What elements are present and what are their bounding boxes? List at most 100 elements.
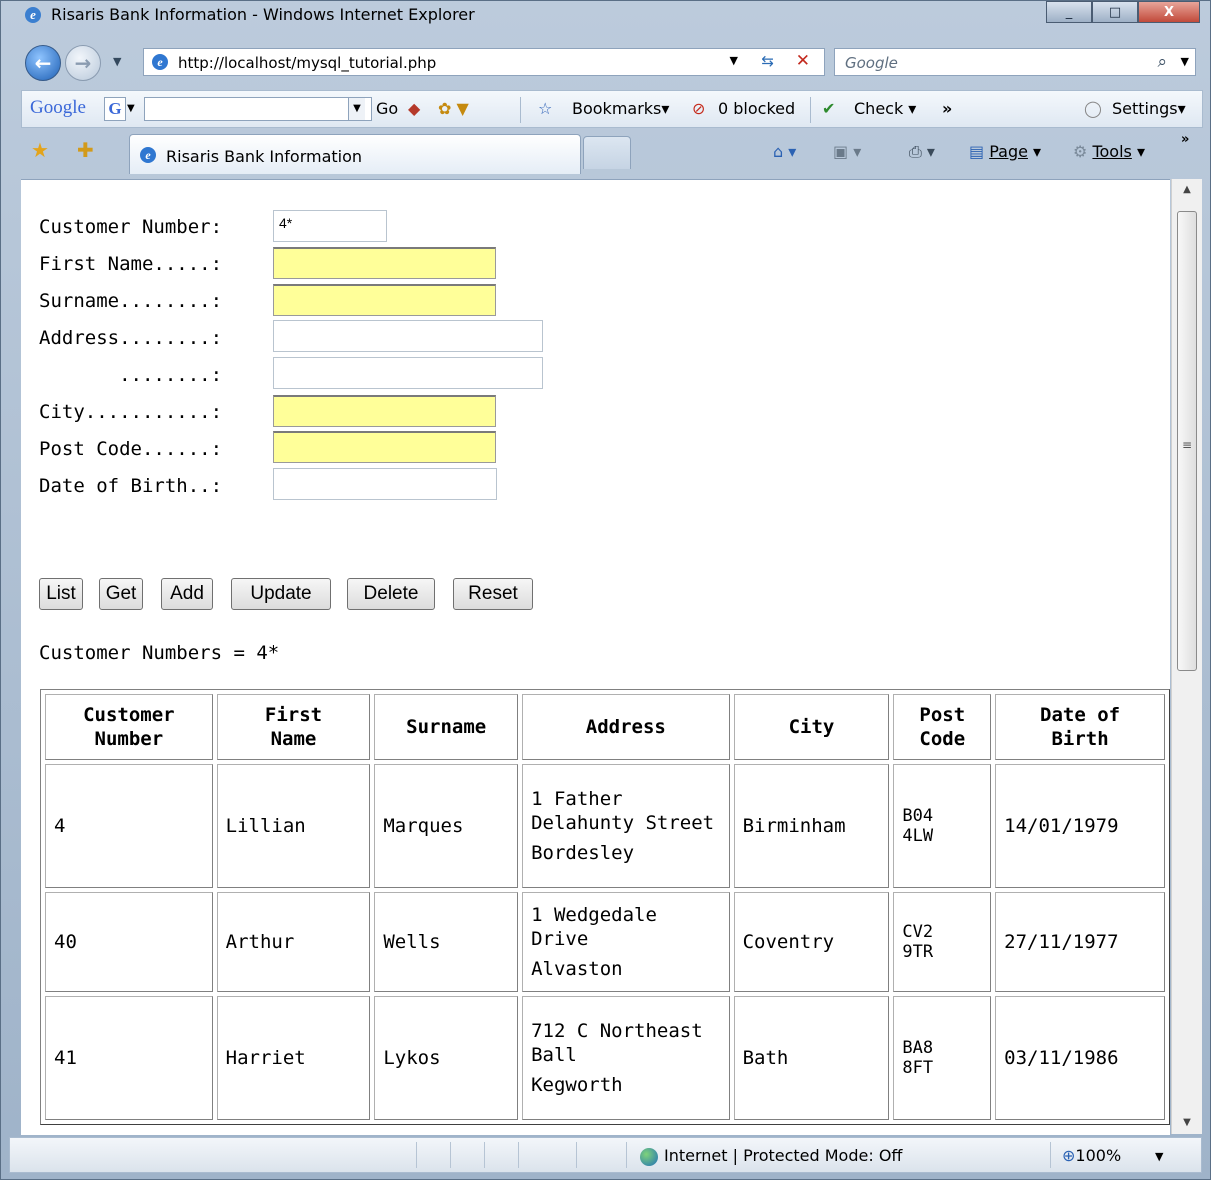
address-line2: Alvaston — [531, 958, 623, 980]
google-logo: Google — [30, 97, 86, 119]
cell-post-code: BA8 8FT — [893, 996, 992, 1120]
home-icon[interactable]: ⌂ ▾ — [773, 142, 796, 161]
toolbar-separator — [810, 97, 811, 123]
print-icon[interactable]: ⎙ ▾ — [909, 142, 935, 162]
browser-window: e Risaris Bank Information - Windows Int… — [0, 0, 1211, 1180]
city-input[interactable] — [273, 395, 496, 427]
address-line2: Bordesley — [531, 842, 635, 864]
tools-gear-icon: ⚙ — [1073, 142, 1088, 161]
command-more-icon[interactable]: » — [1181, 132, 1189, 147]
security-zone[interactable]: Internet | Protected Mode: Off — [640, 1146, 902, 1166]
search-input[interactable]: Google ⌕ ▼ — [834, 48, 1196, 76]
google-news-icon[interactable]: ◆ — [408, 99, 420, 118]
cell-number: 4 — [45, 764, 213, 888]
post-code-part2: 8FT — [902, 1058, 934, 1078]
settings-button[interactable]: Settings▾ — [1112, 99, 1186, 118]
new-tab-button[interactable] — [583, 136, 631, 169]
bookmarks-label: Bookmarks — [572, 99, 662, 118]
address-bar[interactable]: e http://localhost/mysql_tutorial.php ▼ … — [143, 48, 825, 76]
zoom-level[interactable]: ⊕100% — [1062, 1146, 1121, 1165]
bookmarks-button[interactable]: Bookmarks▾ — [572, 99, 669, 118]
cell-city: Coventry — [733, 892, 890, 992]
google-puzzle-icon[interactable]: ✿ ▼ — [438, 99, 469, 118]
google-search-dropdown-icon[interactable]: ▼ — [348, 98, 365, 120]
customer-numbers-summary: Customer Numbers = 4* — [39, 642, 280, 664]
search-dropdown-icon[interactable]: ▼ — [1181, 55, 1189, 68]
recent-pages-dropdown-icon[interactable]: ▼ — [113, 55, 121, 68]
feeds-icon[interactable]: ▣ ▾ — [833, 142, 861, 161]
surname-input[interactable] — [273, 284, 496, 316]
stop-icon[interactable]: ✕ — [796, 51, 810, 71]
cell-address: 712 C Northeast Ball Kegworth — [522, 996, 730, 1120]
bookmarks-star-icon: ☆ — [538, 99, 553, 118]
scroll-thumb[interactable]: ≡ — [1177, 211, 1197, 671]
search-placeholder: Google — [845, 54, 898, 72]
maximize-button[interactable]: □ — [1092, 1, 1138, 23]
back-button[interactable]: ← — [25, 45, 61, 81]
google-menu-dropdown-icon[interactable]: ▼ — [127, 103, 135, 114]
header-text: Number — [94, 728, 164, 750]
toolbar-more-button[interactable]: » — [942, 99, 952, 118]
cell-address: 1 Father Delahunty Street Bordesley — [522, 764, 730, 888]
spellcheck-button[interactable]: Check ▾ — [854, 99, 916, 118]
ie-logo-icon: e — [25, 7, 41, 23]
page-content: Customer Number: 4* First Name.....: Sur… — [21, 179, 1170, 1135]
table-row: 4 Lillian Marques 1 Father Delahunty Str… — [45, 764, 1165, 888]
post-code-input[interactable] — [273, 431, 496, 463]
add-button[interactable]: Add — [161, 578, 213, 610]
close-button[interactable]: X — [1138, 1, 1200, 23]
add-favorites-icon[interactable]: ✚ — [77, 138, 94, 162]
page-icon: e — [152, 54, 168, 70]
first-name-input[interactable] — [273, 247, 496, 279]
cell-date-of-birth: 14/01/1979 — [995, 764, 1165, 888]
tab-risaris-bank[interactable]: e Risaris Bank Information — [129, 134, 581, 174]
page-menu-label: Page — [989, 142, 1028, 161]
post-code-part2: 9TR — [902, 942, 934, 962]
first-name-label: First Name.....: — [39, 253, 223, 275]
cell-first-name: Arthur — [216, 892, 371, 992]
cell-post-code: CV2 9TR — [893, 892, 992, 992]
tools-menu-label: Tools — [1092, 142, 1132, 161]
date-of-birth-input[interactable] — [273, 468, 497, 500]
scroll-down-icon[interactable]: ▼ — [1172, 1112, 1202, 1134]
toolbar-separator — [520, 97, 521, 123]
update-button[interactable]: Update — [231, 578, 331, 610]
popup-blocked-count[interactable]: 0 blocked — [718, 99, 795, 118]
minimize-button[interactable]: _ — [1046, 1, 1092, 23]
list-button[interactable]: List — [39, 578, 83, 610]
google-search-input[interactable] — [144, 97, 372, 121]
table-row: 41 Harriet Lykos 712 C Northeast Ball Keg… — [45, 996, 1165, 1120]
address-line2-input[interactable] — [273, 357, 543, 389]
reset-button[interactable]: Reset — [453, 578, 533, 610]
cell-surname: Wells — [374, 892, 519, 992]
vertical-scrollbar[interactable]: ▲ ≡ ▼ — [1171, 179, 1202, 1134]
forward-button[interactable]: → — [65, 45, 101, 81]
google-menu-button[interactable]: G — [104, 97, 126, 121]
scroll-grip-icon: ≡ — [1182, 438, 1193, 452]
status-bar: Internet | Protected Mode: Off ⊕100% ▼ — [9, 1137, 1202, 1173]
status-separator — [416, 1142, 417, 1168]
address-line1-input[interactable] — [273, 320, 543, 352]
delete-button[interactable]: Delete — [347, 578, 435, 610]
get-button[interactable]: Get — [99, 578, 143, 610]
status-separator — [450, 1142, 451, 1168]
status-separator — [484, 1142, 485, 1168]
header-text: Name — [270, 728, 317, 750]
header-address: Address — [522, 694, 730, 760]
address-line1: 1 Father Delahunty Street — [531, 788, 715, 834]
tab-page-icon: e — [140, 147, 156, 163]
favorites-star-icon[interactable]: ★ — [31, 138, 49, 162]
post-code-label: Post Code......: — [39, 438, 223, 460]
table-row: 40 Arthur Wells 1 Wedgedale Drive Alvasto… — [45, 892, 1165, 992]
tools-menu-button[interactable]: ⚙ Tools ▾ — [1073, 142, 1145, 161]
url-text[interactable]: http://localhost/mysql_tutorial.php — [178, 54, 436, 72]
status-separator — [518, 1142, 519, 1168]
customer-number-input[interactable]: 4* — [273, 210, 387, 242]
scroll-up-icon[interactable]: ▲ — [1172, 179, 1202, 201]
search-icon[interactable]: ⌕ — [1157, 52, 1167, 72]
page-menu-button[interactable]: ▤ Page ▾ — [969, 142, 1041, 161]
zoom-dropdown-icon[interactable]: ▼ — [1155, 1150, 1163, 1163]
address-dropdown-icon[interactable]: ▼ — [730, 54, 738, 67]
google-go-button[interactable]: Go — [376, 99, 398, 118]
refresh-icon[interactable]: ⇆ — [761, 52, 774, 70]
